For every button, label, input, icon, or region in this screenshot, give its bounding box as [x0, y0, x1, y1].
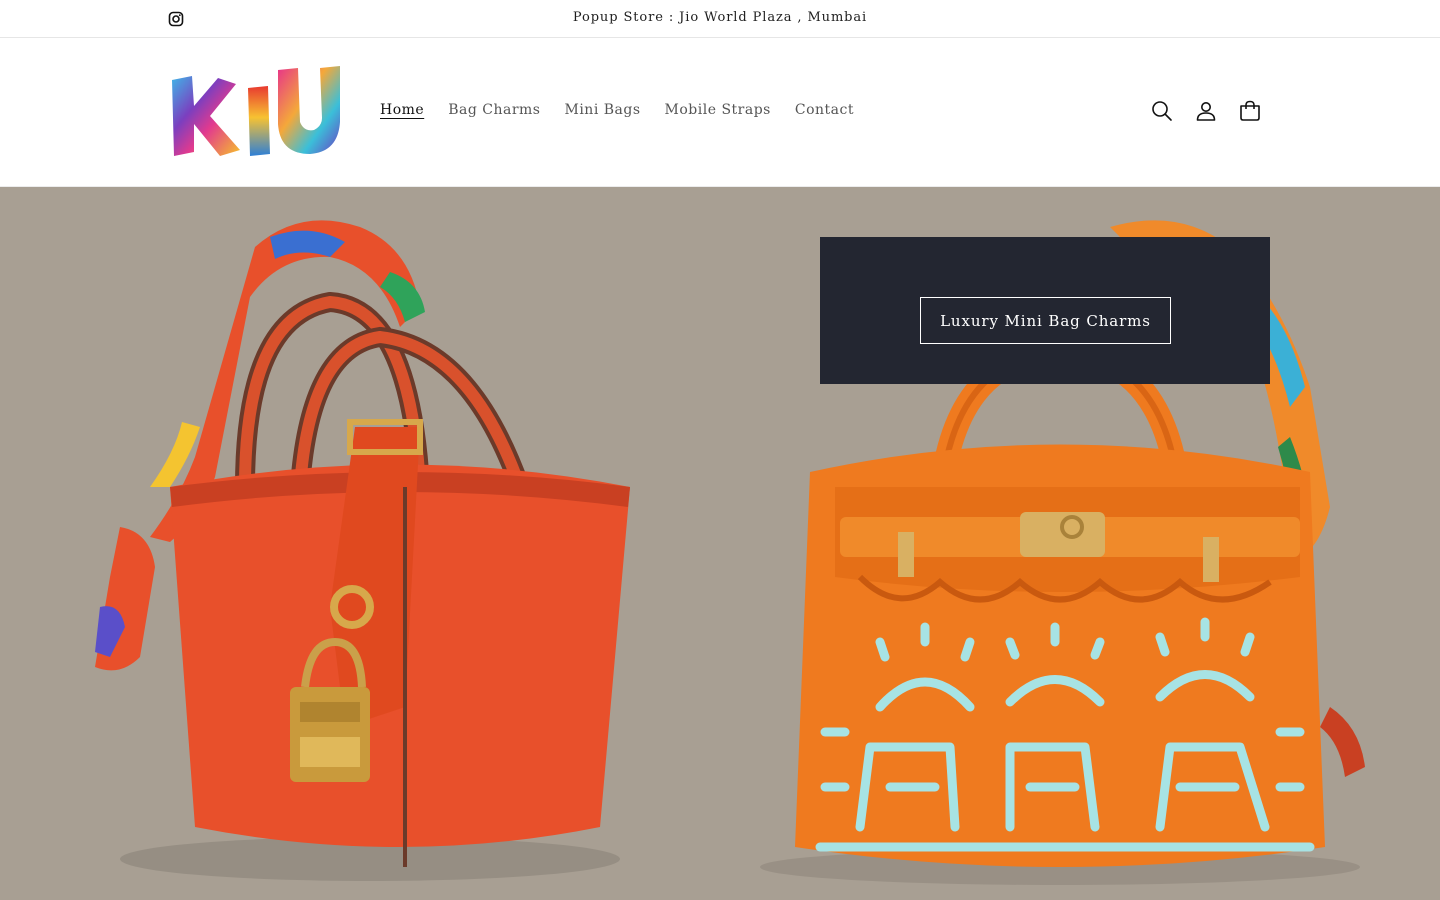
nav-contact[interactable]: Contact — [795, 102, 854, 118]
nav-mini-bags[interactable]: Mini Bags — [564, 102, 640, 118]
main-nav: Home Bag Charms Mini Bags Mobile Straps … — [380, 102, 878, 118]
search-icon[interactable] — [1150, 99, 1174, 123]
hero-banner: Luxury Mini Bag Charms — [0, 187, 1440, 900]
luxury-mini-bag-charms-button[interactable]: Luxury Mini Bag Charms — [920, 297, 1171, 344]
account-icon[interactable] — [1194, 99, 1218, 123]
site-header: Home Bag Charms Mini Bags Mobile Straps … — [0, 39, 1440, 187]
announcement-text: Popup Store : Jio World Plaza , Mumbai — [572, 10, 868, 25]
site-logo[interactable] — [168, 66, 342, 160]
cart-icon[interactable] — [1238, 99, 1262, 123]
announcement-bar: Popup Store : Jio World Plaza , Mumbai — [0, 0, 1440, 38]
hero-caption-panel: Luxury Mini Bag Charms — [820, 237, 1270, 384]
nav-bag-charms[interactable]: Bag Charms — [448, 102, 540, 118]
header-icons — [1150, 99, 1262, 123]
nav-mobile-straps[interactable]: Mobile Straps — [665, 102, 771, 118]
nav-home[interactable]: Home — [380, 102, 424, 118]
